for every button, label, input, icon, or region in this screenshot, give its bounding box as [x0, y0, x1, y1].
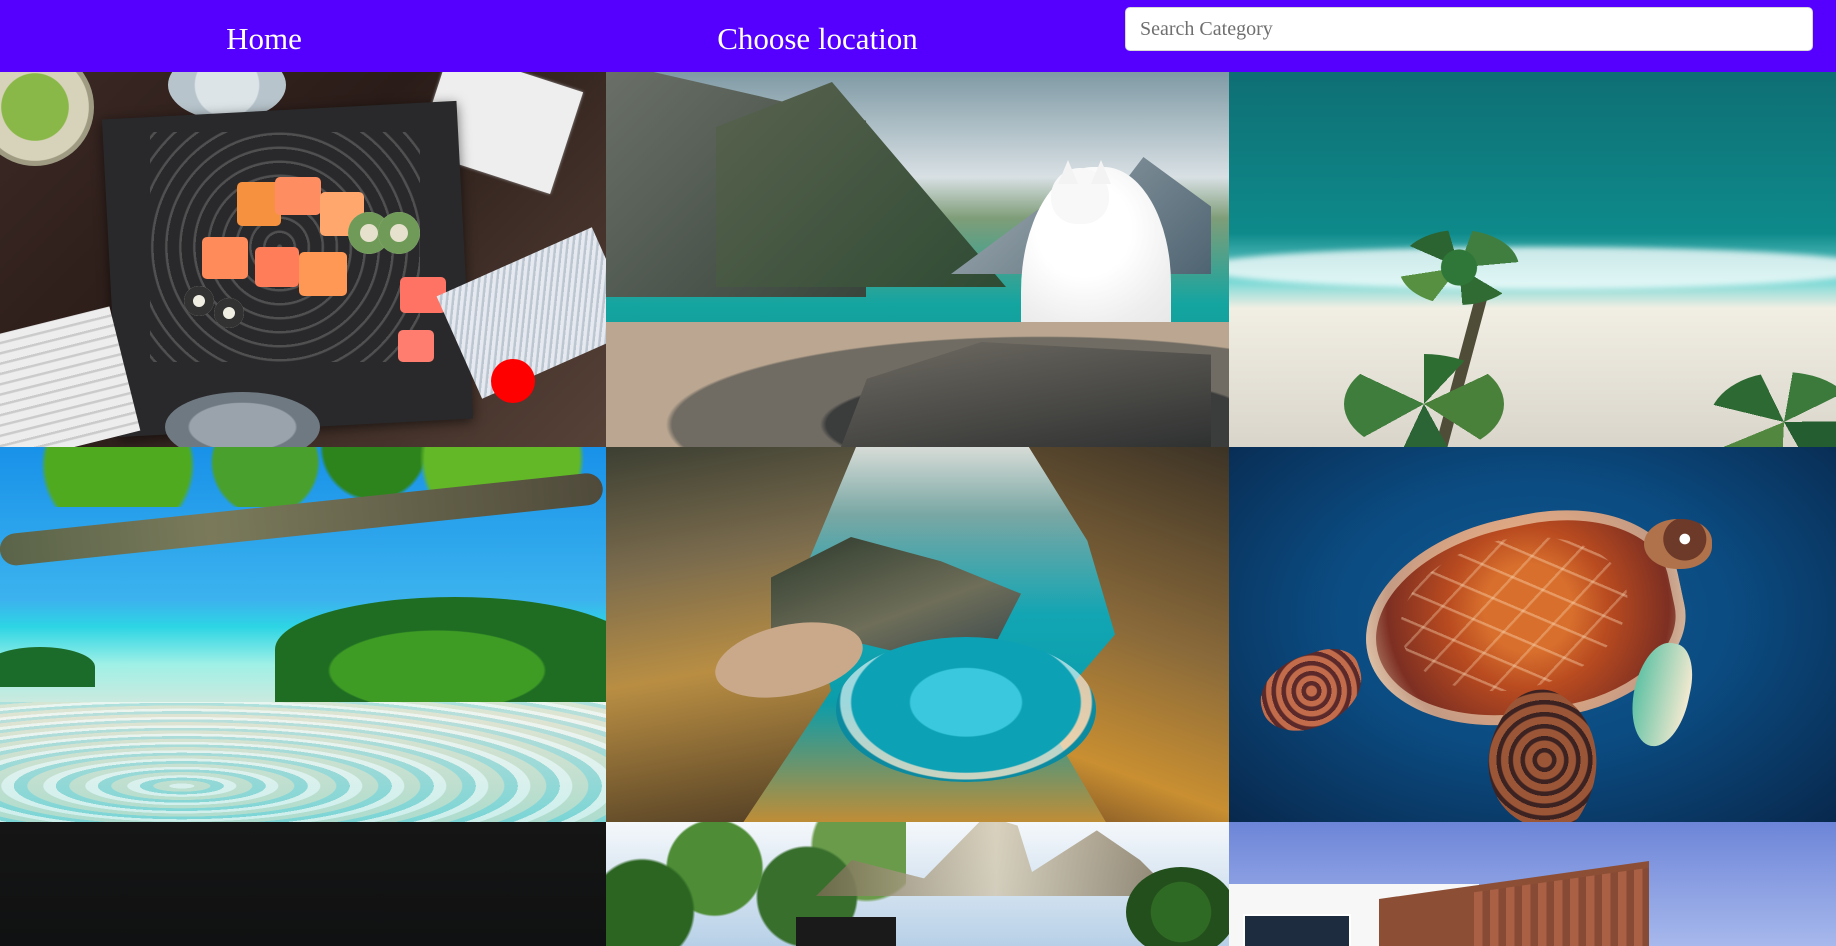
home-link[interactable]: Home — [0, 0, 528, 72]
top-navbar: Home Choose location — [0, 0, 1836, 72]
gallery-image-palm-beach[interactable] — [1229, 72, 1836, 447]
mountain-dog-image — [606, 72, 1229, 447]
gallery-image-mountain-dog[interactable] — [606, 72, 1229, 447]
house-trees-image — [606, 822, 1229, 946]
palm-beach-image — [1229, 72, 1836, 447]
gallery-image-house-trees[interactable] — [606, 822, 1229, 946]
coastal-cove-image — [606, 447, 1229, 822]
image-gallery — [0, 72, 1836, 946]
choose-location-link[interactable]: Choose location — [594, 0, 1041, 72]
gallery-image-coastal-cove[interactable] — [606, 447, 1229, 822]
gallery-image-dark-scene[interactable] — [0, 822, 606, 946]
gallery-image-modern-building[interactable] — [1229, 822, 1836, 946]
gallery-image-sea-turtle[interactable] — [1229, 447, 1836, 822]
search-category-input[interactable] — [1125, 7, 1813, 51]
modern-building-image — [1229, 822, 1836, 946]
sushi-image — [0, 72, 606, 447]
tropical-branch-image — [0, 447, 606, 822]
dark-scene-image — [0, 822, 606, 946]
sea-turtle-image — [1229, 447, 1836, 822]
gallery-image-sushi[interactable] — [0, 72, 606, 447]
gallery-image-tropical-branch[interactable] — [0, 447, 606, 822]
page: Home Choose location — [0, 0, 1836, 946]
